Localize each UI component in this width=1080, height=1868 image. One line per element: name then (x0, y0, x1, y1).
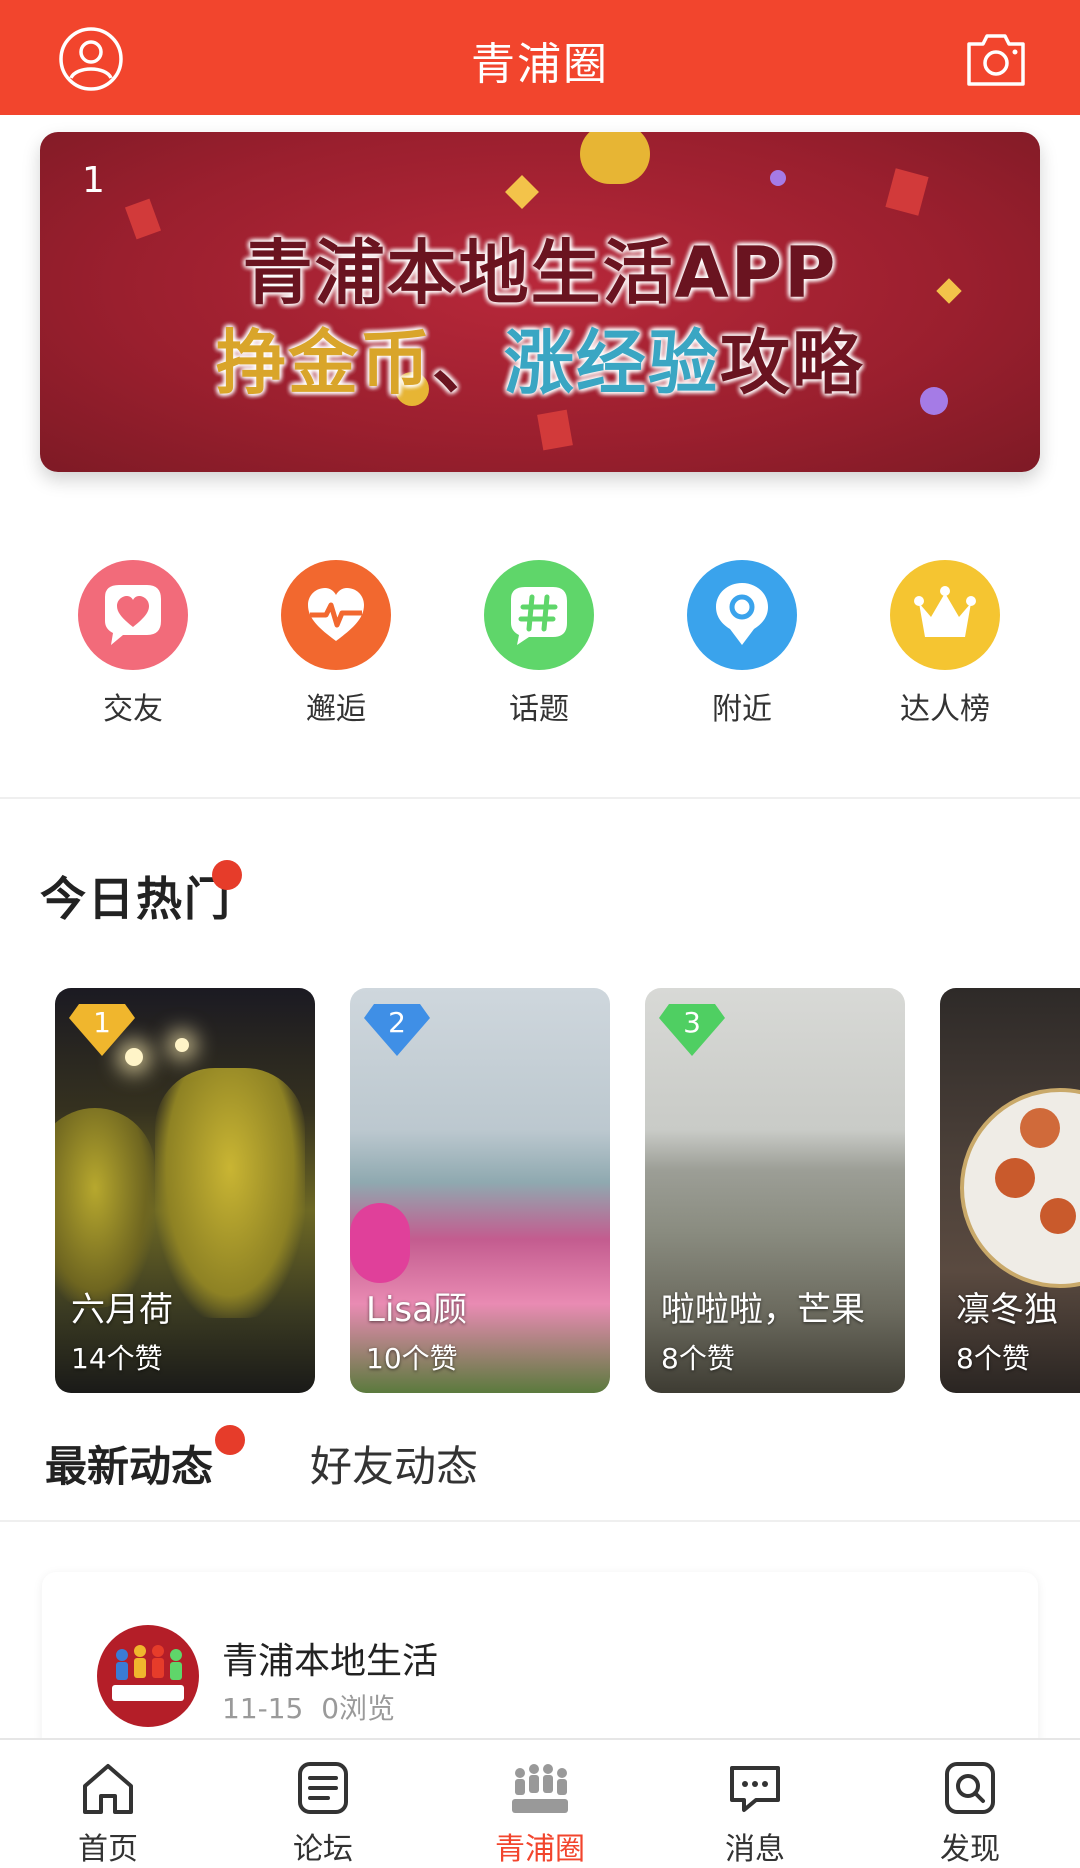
quick-entry-row: 交友 邂逅 话题 附近 达人榜 (0, 560, 1080, 730)
quick-entry-make-friends[interactable]: 交友 (53, 560, 213, 728)
discover-icon (938, 1758, 1002, 1818)
location-pin-icon (687, 560, 797, 670)
tree-decoration (155, 1068, 305, 1318)
camera-icon (967, 34, 1025, 86)
card-like-count: 14个赞 (71, 1342, 163, 1375)
food-decoration (1020, 1108, 1060, 1148)
rank-number: 3 (683, 1006, 701, 1039)
card-like-count: 8个赞 (661, 1342, 735, 1375)
quick-entry-nearby[interactable]: 附近 (662, 560, 822, 728)
banner-text-coins: 挣金币 (216, 322, 432, 404)
hot-section-title: 今日热门 (40, 872, 232, 926)
food-decoration (995, 1158, 1035, 1198)
hot-card[interactable]: 凛冬独 8个赞 (940, 988, 1080, 1393)
quick-entry-label: 达人榜 (900, 692, 990, 727)
post-date: 11-15 (222, 1692, 304, 1725)
hot-card[interactable]: 1 六月荷 14个赞 (55, 988, 315, 1393)
notification-dot (212, 860, 242, 890)
section-divider (0, 797, 1080, 799)
dot-decoration (770, 170, 786, 186)
hot-card[interactable]: 2 Lisa顾 10个赞 (350, 988, 610, 1393)
tab-friends-feed[interactable]: 好友动态 (310, 1433, 478, 1494)
quick-entry-label: 附近 (712, 692, 772, 727)
flower-decoration (350, 1203, 410, 1283)
tab-qingpu-circle[interactable]: 青浦圈 (465, 1758, 615, 1868)
rank-number: 1 (93, 1006, 111, 1039)
hashtag-icon (484, 560, 594, 670)
heartbeat-icon (281, 560, 391, 670)
tab-messages[interactable]: 消息 (680, 1758, 830, 1868)
card-author-name: 凛冬独 (956, 1290, 1058, 1330)
quick-entry-label: 邂逅 (306, 692, 366, 727)
section-divider (0, 1520, 1080, 1522)
quick-entry-label: 交友 (103, 692, 163, 727)
banner-text-exp: 涨经验 (504, 322, 720, 404)
rank-number: 2 (388, 1006, 406, 1039)
envelope-decoration (885, 168, 929, 216)
banner-text-guide: 攻略 (720, 322, 864, 404)
tab-forum[interactable]: 论坛 (248, 1758, 398, 1868)
page-title: 青浦圈 (471, 39, 609, 90)
card-like-count: 8个赞 (956, 1342, 1030, 1375)
message-icon (723, 1758, 787, 1818)
community-logo-icon (112, 1645, 184, 1701)
tab-label: 消息 (725, 1832, 785, 1867)
camera-button[interactable] (963, 26, 1029, 92)
quick-entry-leaderboard[interactable]: 达人榜 (865, 560, 1025, 728)
tab-label: 首页 (78, 1832, 138, 1867)
tab-discover[interactable]: 发现 (895, 1758, 1045, 1868)
tab-latest-feed[interactable]: 最新动态 (45, 1433, 213, 1494)
card-author-name: Lisa顾 (366, 1290, 467, 1330)
street-lamp-decoration (175, 1038, 189, 1052)
post-views: 0浏览 (321, 1692, 396, 1725)
quick-entry-encounter[interactable]: 邂逅 (256, 560, 416, 728)
card-author-name: 啦啦啦，芒果 (661, 1290, 865, 1330)
home-icon (76, 1758, 140, 1818)
card-like-count: 10个赞 (366, 1342, 458, 1375)
sparkle-decoration (505, 175, 539, 209)
card-author-name: 六月荷 (71, 1290, 173, 1330)
tab-label: 青浦圈 (495, 1832, 585, 1867)
heart-icon (78, 560, 188, 670)
hot-card[interactable]: 3 啦啦啦，芒果 8个赞 (645, 988, 905, 1393)
tab-home[interactable]: 首页 (33, 1758, 183, 1868)
banner-text-sep: 、 (432, 322, 504, 404)
forum-icon (291, 1758, 355, 1818)
notification-dot (215, 1425, 245, 1455)
banner-page-index: 1 (82, 160, 105, 201)
post-meta: 11-15 0浏览 (222, 1687, 395, 1727)
tree-decoration (55, 1108, 155, 1308)
quick-entry-label: 话题 (509, 692, 569, 727)
community-icon (508, 1758, 572, 1818)
crown-icon (890, 560, 1000, 670)
avatar[interactable] (97, 1625, 199, 1727)
quick-entry-topics[interactable]: 话题 (459, 560, 619, 728)
top-nav-bar: 青浦圈 (0, 0, 1080, 115)
promo-banner[interactable]: 1 青浦本地生活APP 挣金币、涨经验攻略 (40, 132, 1040, 472)
tab-label: 发现 (940, 1832, 1000, 1867)
banner-headline: 青浦本地生活APP (242, 232, 838, 314)
food-decoration (1040, 1198, 1076, 1234)
coin-decoration (580, 132, 650, 184)
banner-subheadline: 挣金币、涨经验攻略 (40, 307, 1040, 408)
tab-label: 论坛 (293, 1832, 353, 1867)
envelope-decoration (537, 409, 573, 451)
post-author-name[interactable]: 青浦本地生活 (222, 1632, 438, 1684)
bottom-tab-bar: 首页 论坛 青浦圈 消息 发现 (0, 1738, 1080, 1868)
